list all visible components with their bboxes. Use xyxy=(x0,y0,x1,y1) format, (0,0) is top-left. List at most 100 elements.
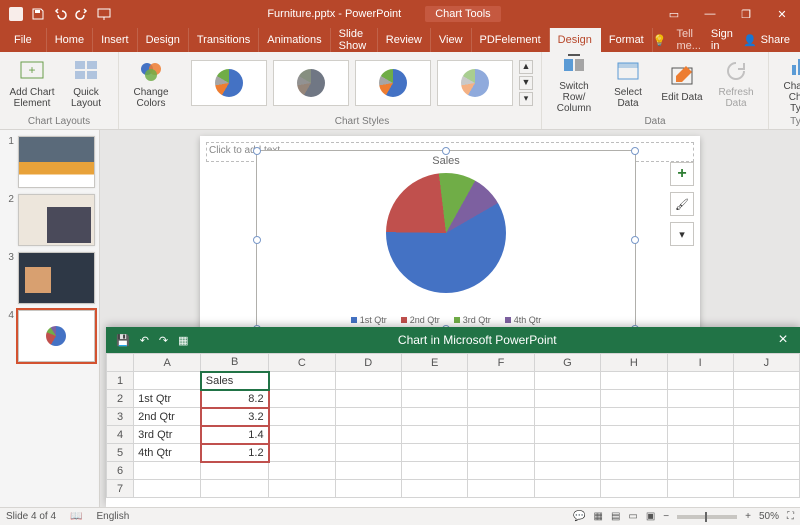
tab-home[interactable]: Home xyxy=(47,28,93,52)
cell-C2[interactable] xyxy=(269,390,335,408)
cell-D2[interactable] xyxy=(335,390,401,408)
cell-G3[interactable] xyxy=(534,408,600,426)
tab-transitions[interactable]: Transitions xyxy=(189,28,259,52)
chart-filters-button[interactable]: ▾ xyxy=(670,222,694,246)
slide-thumbnails-panel[interactable]: 1 2 3 4 xyxy=(0,130,100,510)
chart-elements-button[interactable]: + xyxy=(670,162,694,186)
cell-D4[interactable] xyxy=(335,426,401,444)
cell-B5[interactable]: 1.2 xyxy=(201,444,269,462)
legend-item-1[interactable]: 1st Qtr xyxy=(351,315,387,325)
resize-handle-ne[interactable] xyxy=(631,147,639,155)
cell-F2[interactable] xyxy=(468,390,534,408)
cell-C3[interactable] xyxy=(269,408,335,426)
scroll-up-icon[interactable]: ▲ xyxy=(519,60,533,74)
tab-file[interactable]: File xyxy=(0,28,47,52)
legend-item-4[interactable]: 4th Qtr xyxy=(505,315,542,325)
language-status[interactable]: English xyxy=(97,511,130,522)
cell-D3[interactable] xyxy=(335,408,401,426)
add-chart-element-button[interactable]: + Add Chart Element xyxy=(8,57,56,109)
ribbon-display-options-icon[interactable]: ▭ xyxy=(656,0,692,28)
cell-F3[interactable] xyxy=(468,408,534,426)
col-header-I[interactable]: I xyxy=(667,354,733,372)
close-icon[interactable]: ✕ xyxy=(764,0,800,28)
resize-handle-n[interactable] xyxy=(442,147,450,155)
cell-E5[interactable] xyxy=(401,444,467,462)
cell-E1[interactable] xyxy=(401,372,467,390)
cell-B1[interactable]: Sales xyxy=(201,372,269,390)
col-header-H[interactable]: H xyxy=(601,354,667,372)
legend-item-3[interactable]: 3rd Qtr xyxy=(454,315,491,325)
cell-E6[interactable] xyxy=(401,462,467,480)
zoom-slider[interactable] xyxy=(677,515,737,519)
cell-I5[interactable] xyxy=(667,444,733,462)
cell-H6[interactable] xyxy=(601,462,667,480)
spreadsheet-grid[interactable]: ABCDEFGHIJ1Sales21st Qtr8.232nd Qtr3.243… xyxy=(106,353,800,507)
cell-A1[interactable] xyxy=(134,372,201,390)
cell-B3[interactable]: 3.2 xyxy=(201,408,269,426)
cell-B2[interactable]: 8.2 xyxy=(201,390,269,408)
row-header-3[interactable]: 3 xyxy=(107,408,134,426)
change-colors-button[interactable]: Change Colors xyxy=(127,57,175,109)
cell-E3[interactable] xyxy=(401,408,467,426)
cell-A5[interactable]: 4th Qtr xyxy=(134,444,201,462)
row-header-6[interactable]: 6 xyxy=(107,462,134,480)
chart-data-editor[interactable]: 💾 ↶ ↷ ▦ Chart in Microsoft PowerPoint × … xyxy=(106,327,800,507)
cell-I6[interactable] xyxy=(667,462,733,480)
resize-handle-w[interactable] xyxy=(253,236,261,244)
cell-D7[interactable] xyxy=(335,480,401,498)
cell-H3[interactable] xyxy=(601,408,667,426)
cell-B6[interactable] xyxy=(201,462,269,480)
tab-review[interactable]: Review xyxy=(378,28,431,52)
excel-undo-icon[interactable]: ↶ xyxy=(140,334,149,347)
cell-I1[interactable] xyxy=(667,372,733,390)
row-header-2[interactable]: 2 xyxy=(107,390,134,408)
cell-I2[interactable] xyxy=(667,390,733,408)
cell-H2[interactable] xyxy=(601,390,667,408)
cell-I4[interactable] xyxy=(667,426,733,444)
fit-to-window-icon[interactable]: ⛶ xyxy=(787,511,794,522)
tab-animations[interactable]: Animations xyxy=(259,28,330,52)
undo-icon[interactable] xyxy=(52,6,68,22)
cell-J1[interactable] xyxy=(733,372,799,390)
change-chart-type-button[interactable]: Change Chart Type xyxy=(777,51,800,114)
cell-D6[interactable] xyxy=(335,462,401,480)
row-header-1[interactable]: 1 xyxy=(107,372,134,390)
col-header-G[interactable]: G xyxy=(534,354,600,372)
cell-H4[interactable] xyxy=(601,426,667,444)
cell-A7[interactable] xyxy=(134,480,201,498)
cell-A2[interactable]: 1st Qtr xyxy=(134,390,201,408)
cell-C1[interactable] xyxy=(269,372,335,390)
tab-chart-design[interactable]: Design xyxy=(550,28,601,52)
chart-style-2[interactable] xyxy=(273,60,349,106)
cell-I3[interactable] xyxy=(667,408,733,426)
reading-view-icon[interactable]: ▭ xyxy=(628,511,637,522)
cell-G2[interactable] xyxy=(534,390,600,408)
sign-in-link[interactable]: Sign in xyxy=(711,28,733,52)
cell-C4[interactable] xyxy=(269,426,335,444)
resize-handle-nw[interactable] xyxy=(253,147,261,155)
cell-F4[interactable] xyxy=(468,426,534,444)
cell-J2[interactable] xyxy=(733,390,799,408)
share-button[interactable]: 👤 Share xyxy=(743,34,790,47)
excel-close-button[interactable]: × xyxy=(766,331,800,349)
start-slideshow-icon[interactable] xyxy=(96,6,112,22)
tab-chart-format[interactable]: Format xyxy=(601,28,653,52)
chart-style-3[interactable] xyxy=(355,60,431,106)
chart-style-1[interactable] xyxy=(191,60,267,106)
tab-view[interactable]: View xyxy=(431,28,472,52)
cell-E2[interactable] xyxy=(401,390,467,408)
chart-style-4[interactable] xyxy=(437,60,513,106)
cell-H1[interactable] xyxy=(601,372,667,390)
edit-data-button[interactable]: Edit Data xyxy=(658,62,706,103)
spell-check-icon[interactable]: 📖 xyxy=(70,511,82,522)
zoom-level[interactable]: 50% xyxy=(759,511,779,522)
cell-A6[interactable] xyxy=(134,462,201,480)
cell-J5[interactable] xyxy=(733,444,799,462)
row-header-4[interactable]: 4 xyxy=(107,426,134,444)
cell-G1[interactable] xyxy=(534,372,600,390)
cell-C5[interactable] xyxy=(269,444,335,462)
col-header-E[interactable]: E xyxy=(401,354,467,372)
cell-G6[interactable] xyxy=(534,462,600,480)
col-header-A[interactable]: A xyxy=(134,354,201,372)
cell-A3[interactable]: 2nd Qtr xyxy=(134,408,201,426)
